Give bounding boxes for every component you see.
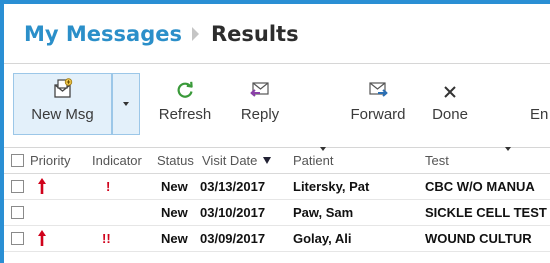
column-test[interactable]: Test — [425, 153, 449, 168]
patient-cell: Paw, Sam — [293, 205, 354, 220]
column-priority[interactable]: Priority — [30, 153, 70, 168]
chevron-right-icon — [191, 26, 199, 41]
reply-label: Reply — [240, 106, 280, 123]
test-cell: CBC W/O MANUA — [425, 179, 535, 194]
toolbar: New Msg Refresh Reply Forward Done En — [4, 64, 550, 151]
status-cell: New — [161, 231, 188, 246]
status-cell: New — [161, 205, 188, 220]
row-checkbox[interactable] — [11, 206, 24, 219]
status-cell: New — [161, 179, 188, 194]
column-patient[interactable]: Patient — [293, 153, 333, 168]
visit-date-cell: 03/10/2017 — [200, 205, 266, 220]
up-arrow-icon — [37, 177, 47, 198]
page-title: Results — [210, 21, 299, 46]
table-row[interactable]: ! New 03/13/2017 Litersky, Pat CBC W/O M… — [4, 174, 550, 200]
more-button[interactable]: En — [530, 74, 550, 134]
breadcrumb: My Messages Results — [4, 4, 550, 64]
chevron-down-icon — [123, 102, 129, 106]
breadcrumb-my-messages[interactable]: My Messages — [24, 22, 182, 46]
refresh-button[interactable]: Refresh — [150, 74, 220, 134]
table-row[interactable]: !! New 03/09/2017 Golay, Ali WOUND CULTU… — [4, 226, 550, 252]
test-cell: WOUND CULTUR — [425, 231, 532, 246]
indicator-flag: ! — [106, 179, 111, 194]
new-msg-dropdown[interactable] — [112, 73, 140, 135]
forward-icon — [367, 74, 389, 100]
column-status[interactable]: Status — [157, 153, 194, 168]
table-row[interactable]: New 03/10/2017 Paw, Sam SICKLE CELL TEST — [4, 200, 550, 226]
new-message-icon — [52, 74, 74, 100]
column-indicator[interactable]: Indicator — [92, 153, 142, 168]
indicator-flag: !! — [102, 231, 111, 246]
close-icon — [442, 74, 458, 100]
up-arrow-icon — [37, 229, 47, 250]
select-all-checkbox[interactable] — [11, 154, 24, 167]
visit-date-cell: 03/13/2017 — [200, 179, 266, 194]
patient-cell: Golay, Ali — [293, 231, 352, 246]
done-button[interactable]: Done — [424, 74, 476, 134]
done-label: Done — [432, 106, 468, 123]
sort-descending-icon — [263, 157, 272, 164]
column-visit-date-label: Visit Date — [202, 153, 258, 168]
new-msg-label: New Msg — [31, 106, 94, 123]
reply-button[interactable]: Reply — [231, 74, 289, 134]
visit-date-cell: 03/09/2017 — [200, 231, 266, 246]
forward-button[interactable]: Forward — [337, 74, 419, 134]
messages-panel: My Messages Results New Msg Refresh Repl… — [4, 4, 550, 263]
row-checkbox[interactable] — [11, 180, 24, 193]
patient-cell: Litersky, Pat — [293, 179, 370, 194]
refresh-icon — [175, 74, 195, 100]
reply-icon — [249, 74, 271, 100]
new-msg-button-content[interactable]: New Msg — [13, 74, 112, 134]
row-checkbox[interactable] — [11, 232, 24, 245]
refresh-label: Refresh — [158, 106, 212, 123]
column-visit-date[interactable]: Visit Date — [202, 153, 272, 168]
grid-header: Priority Indicator Status Visit Date Pat… — [4, 148, 550, 174]
forward-label: Forward — [350, 106, 406, 123]
test-cell: SICKLE CELL TEST — [425, 205, 547, 220]
more-label: En — [530, 106, 549, 123]
